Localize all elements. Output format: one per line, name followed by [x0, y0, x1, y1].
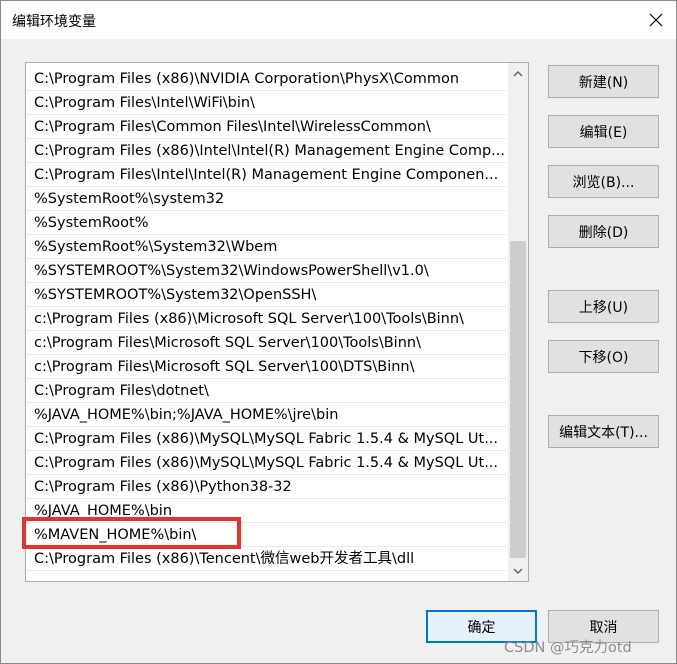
path-list-item[interactable]: C:\Program Files\dotnet\	[26, 379, 506, 403]
path-list-item[interactable]: %MAVEN_HOME%\bin\	[26, 523, 506, 547]
new-button[interactable]: 新建(N)	[548, 65, 659, 98]
path-list-item[interactable]: C:\Program Files (x86)\MySQL\MySQL Fabri…	[26, 427, 506, 451]
move-down-button[interactable]: 下移(O)	[548, 340, 659, 373]
path-list-item[interactable]: %SYSTEMROOT%\System32\OpenSSH\	[26, 283, 506, 307]
path-listbox[interactable]: C:\Program Files (x86)\NVIDIA Corporatio…	[25, 62, 529, 582]
scroll-up-button[interactable]	[508, 65, 528, 82]
watermark: CSDN @巧克力otd	[504, 640, 632, 656]
edit-text-button[interactable]: 编辑文本(T)...	[548, 415, 659, 448]
chevron-down-icon	[513, 568, 523, 574]
browse-button[interactable]: 浏览(B)...	[548, 165, 659, 198]
path-list-item[interactable]: %SystemRoot%	[26, 211, 506, 235]
path-list-item[interactable]: %SystemRoot%\system32	[26, 187, 506, 211]
path-list-item[interactable]: C:\Program Files\Intel\WiFi\bin\	[26, 91, 506, 115]
path-list-item[interactable]: C:\Program Files\Intel\Intel(R) Manageme…	[26, 163, 506, 187]
scroll-down-button[interactable]	[508, 562, 528, 579]
move-up-button[interactable]: 上移(U)	[548, 290, 659, 323]
vertical-scrollbar[interactable]	[508, 63, 528, 581]
title-bar: 编辑环境变量	[1, 1, 676, 39]
path-list-item[interactable]: c:\Program Files (x86)\Microsoft SQL Ser…	[26, 307, 506, 331]
path-list-item[interactable]: c:\Program Files\Microsoft SQL Server\10…	[26, 355, 506, 379]
path-list-item[interactable]: C:\Program Files\Common Files\Intel\Wire…	[26, 115, 506, 139]
path-list-item[interactable]: c:\Program Files\Microsoft SQL Server\10…	[26, 331, 506, 355]
window-title: 编辑环境变量	[12, 14, 96, 30]
path-list-item[interactable]: C:\Program Files (x86)\Tencent\微信web开发者工…	[26, 547, 506, 571]
chevron-up-icon	[513, 70, 523, 76]
path-list-item[interactable]: %JAVA_HOME%\bin;%JAVA_HOME%\jre\bin	[26, 403, 506, 427]
edit-button[interactable]: 编辑(E)	[548, 115, 659, 148]
path-list-item[interactable]: %JAVA_HOME%\bin	[26, 499, 506, 523]
path-list-item[interactable]: C:\Program Files (x86)\Intel\Intel(R) Ma…	[26, 139, 506, 163]
path-list-item[interactable]: %SystemRoot%\System32\Wbem	[26, 235, 506, 259]
path-list-item[interactable]: C:\Program Files (x86)\MySQL\MySQL Fabri…	[26, 451, 506, 475]
path-list: C:\Program Files (x86)\NVIDIA Corporatio…	[26, 67, 506, 571]
path-list-item[interactable]: %SYSTEMROOT%\System32\WindowsPowerShell\…	[26, 259, 506, 283]
scrollbar-thumb[interactable]	[510, 241, 526, 558]
close-button[interactable]	[637, 3, 675, 37]
edit-env-variable-dialog: 编辑环境变量 C:\Program Files (x86)\NVIDIA Cor…	[0, 0, 677, 664]
close-icon	[649, 13, 663, 27]
delete-button[interactable]: 删除(D)	[548, 215, 659, 248]
path-list-item[interactable]: C:\Program Files (x86)\NVIDIA Corporatio…	[26, 67, 506, 91]
path-list-item[interactable]: C:\Program Files (x86)\Python38-32	[26, 475, 506, 499]
